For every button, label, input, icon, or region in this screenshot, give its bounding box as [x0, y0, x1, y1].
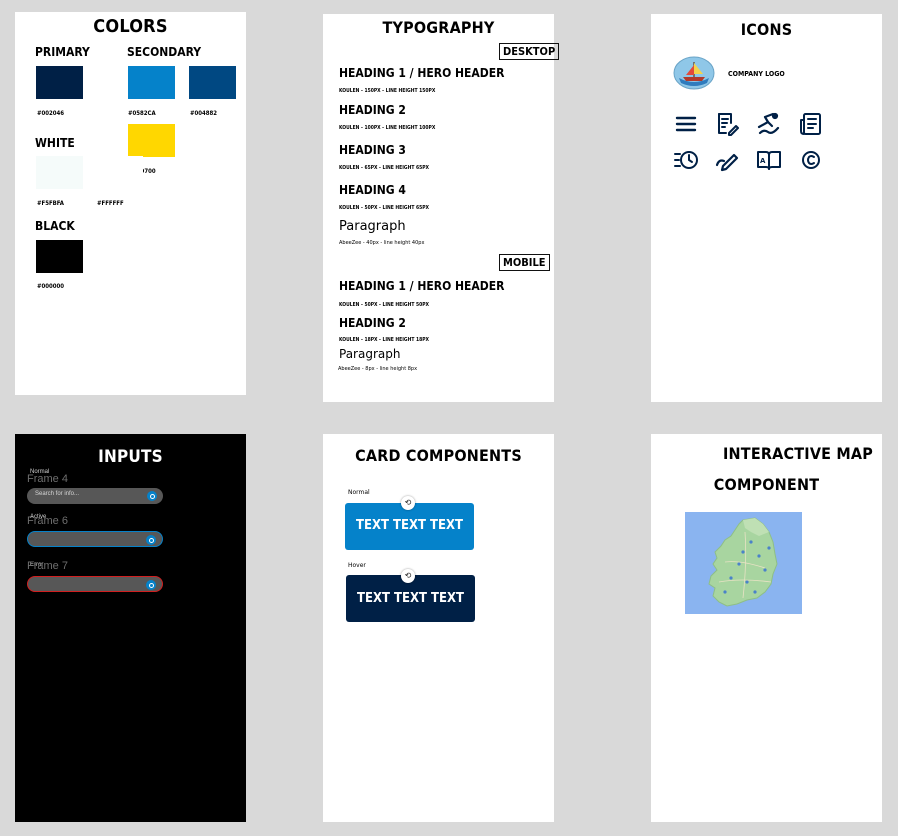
swimmer-icon	[756, 111, 782, 137]
secondary-label: Secondary	[127, 45, 202, 59]
swatch-secondary-blue[interactable]	[128, 66, 175, 99]
card-components-title: Card Components	[355, 446, 522, 465]
mobile-paragraph-sample: Paragraph	[339, 347, 401, 361]
mobile-h2-meta: Koulen - 18px - line height 18px	[339, 337, 430, 343]
swatch-primary-hex: #002046	[37, 110, 65, 117]
desktop-h3-meta: Koulen - 65px - line height 65px	[339, 165, 430, 171]
input-normal-frame-label: Frame 4	[27, 473, 68, 485]
desktop-h2-sample: Heading 2	[339, 103, 406, 117]
swatch-secondary-navy[interactable]	[189, 66, 236, 99]
history-list-icon: ⟲	[401, 569, 415, 583]
card-hover-label: Hover	[348, 562, 366, 569]
mobile-h2-sample: Heading 2	[339, 316, 406, 330]
pen-icon	[714, 147, 740, 173]
typography-title: Typography	[382, 18, 495, 37]
desktop-h2-meta: Koulen - 100px - line height 100px	[339, 125, 436, 131]
card-components-panel: Card Components Normal Text Text Text ⟲ …	[323, 434, 554, 822]
svg-text:A: A	[760, 157, 766, 165]
desktop-h4-meta: Koulen - 50px - line height 65px	[339, 205, 430, 211]
mobile-h1-meta: Koulen - 50px - line height 50px	[339, 302, 430, 308]
history-list-icon: ⟲	[401, 496, 415, 510]
card-normal-label: Normal	[348, 489, 370, 496]
search-input-placeholder: Search for info...	[35, 491, 80, 497]
search-input-active[interactable]	[27, 531, 163, 547]
mobile-h1-sample: Heading 1 / Hero Header	[339, 279, 505, 293]
news-icon	[798, 111, 824, 137]
map-title-line1: Interactive Map	[723, 444, 874, 463]
inputs-title: Inputs	[98, 447, 163, 467]
swatch-white-offwhite-hex: #F5FBFA	[37, 200, 64, 207]
icons-title: Icons	[740, 20, 793, 39]
swatch-black[interactable]	[36, 240, 83, 273]
swatch-black-hex: #000000	[37, 283, 65, 290]
document-edit-icon	[714, 111, 740, 137]
interactive-map[interactable]	[685, 512, 802, 614]
black-label: Black	[35, 219, 75, 233]
card-normal-text: Text Text Text	[355, 518, 464, 533]
mobile-paragraph-meta: AbeeZee - 8px - line height 8px	[338, 366, 418, 372]
search-button[interactable]	[146, 535, 156, 545]
map-title-line2: Component	[713, 475, 820, 494]
menu-icon	[673, 111, 699, 137]
white-label: White	[35, 136, 75, 150]
primary-label: Primary	[35, 45, 90, 59]
desktop-h3-sample: Heading 3	[339, 143, 406, 157]
swatch-white-pure[interactable]	[96, 156, 143, 189]
open-book-icon: A	[756, 147, 782, 173]
desktop-h1-meta: Koulen - 150px - line height 150px	[339, 88, 436, 94]
desktop-paragraph-sample: Paragraph	[339, 219, 406, 234]
copyright-icon	[798, 147, 824, 173]
company-logo	[673, 56, 715, 90]
swatch-secondary-navy-hex: #004882	[190, 110, 218, 117]
card-hover-text: Text Text Text	[356, 591, 465, 606]
swatch-white-offwhite[interactable]	[36, 156, 83, 189]
company-logo-label: Company Logo	[728, 70, 785, 78]
colors-panel: Colors Primary Secondary #002046 #0582CA…	[15, 12, 246, 395]
search-button[interactable]	[146, 580, 156, 590]
icons-panel: Icons Company Logo A	[651, 14, 882, 402]
inputs-panel: Inputs Normal Frame 4 Search for info...…	[15, 434, 246, 822]
search-input-error[interactable]	[27, 576, 163, 592]
desktop-badge: Desktop	[499, 43, 560, 60]
search-button[interactable]	[147, 491, 157, 501]
swatch-secondary-yellow[interactable]	[128, 124, 175, 157]
input-error-frame-label: Frame 7	[27, 560, 68, 572]
card-normal[interactable]: Text Text Text	[345, 503, 474, 550]
search-input-normal[interactable]: Search for info...	[27, 488, 163, 504]
swatch-secondary-blue-hex: #0582CA	[128, 110, 156, 117]
colors-title: Colors	[93, 16, 168, 37]
map-panel: Interactive Map Component	[651, 434, 882, 822]
desktop-h4-sample: Heading 4	[339, 183, 406, 197]
swatch-white-pure-hex: #FFFFFF	[97, 200, 124, 207]
input-active-frame-label: Frame 6	[27, 515, 68, 527]
mobile-badge: Mobile	[499, 254, 550, 271]
desktop-paragraph-meta: AbeeZee - 40px - line height 40px	[339, 240, 425, 246]
typography-panel: Typography Desktop Heading 1 / Hero Head…	[323, 14, 560, 402]
swatch-primary[interactable]	[36, 66, 83, 99]
desktop-h1-sample: Heading 1 / Hero Header	[339, 66, 505, 80]
history-list-icon	[673, 147, 699, 173]
